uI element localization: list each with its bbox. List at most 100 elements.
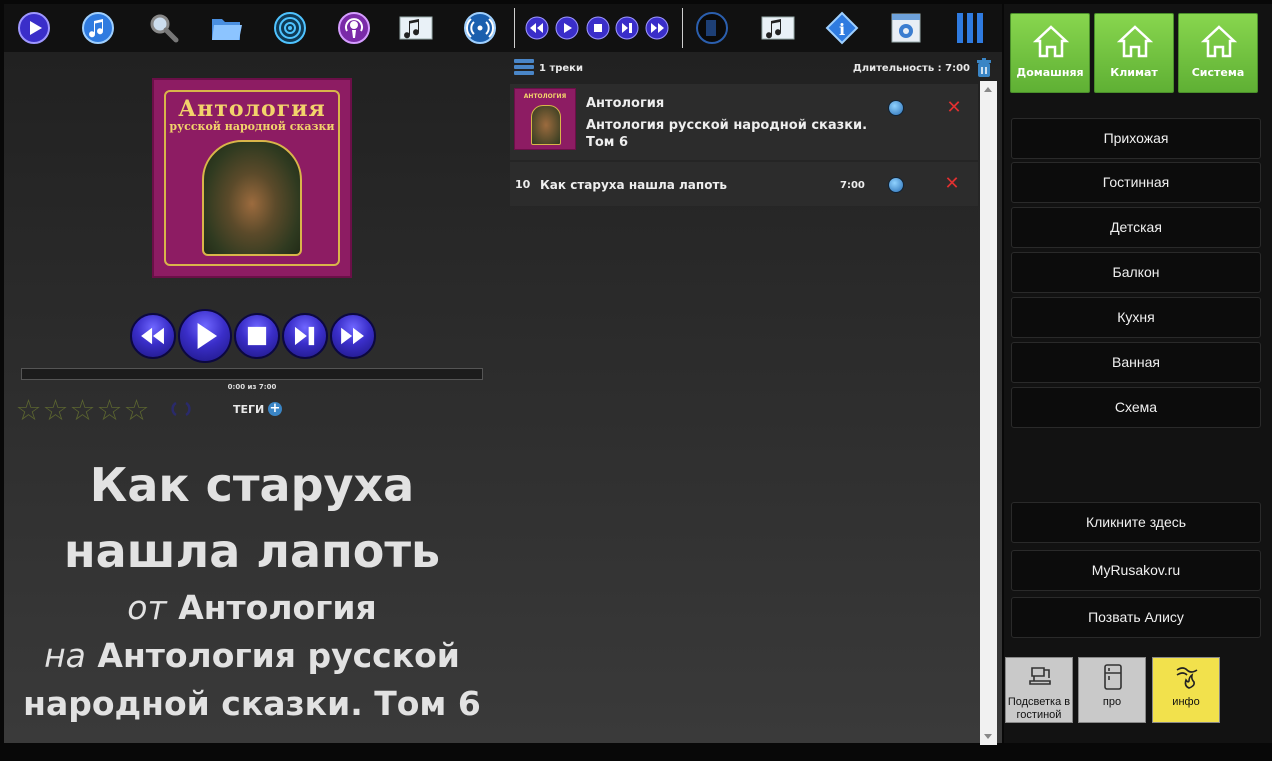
- track-title-line2: нашла лапоть: [63, 524, 441, 578]
- speaker-icon[interactable]: [694, 10, 730, 46]
- folder-icon[interactable]: [209, 10, 245, 46]
- album-line: на Антология русской: [4, 632, 500, 680]
- device-label: Подсветка в гостиной: [1007, 696, 1071, 721]
- now-playing-info: Как старуха нашла лапоть от Антология на…: [4, 452, 500, 728]
- stop-button[interactable]: [234, 313, 280, 359]
- fast-forward-button[interactable]: [330, 313, 376, 359]
- playlist-track-row[interactable]: 10 Как старуха нашла лапоть 7:00 ✕: [510, 162, 978, 206]
- info-icon[interactable]: i: [824, 10, 860, 46]
- remove-track-icon[interactable]: ✕: [944, 175, 960, 193]
- album-cover: Антология русской народной сказки: [152, 78, 352, 278]
- room-button-skhema[interactable]: Схема: [1011, 387, 1261, 428]
- svg-text:i: i: [839, 20, 845, 39]
- heating-icon: [1176, 667, 1198, 689]
- track-number: 10: [515, 178, 531, 191]
- top-toolbar: i: [4, 4, 1002, 52]
- track-title: Как старуха нашла лапоть: [540, 178, 727, 192]
- album-name: Антология русской народной сказки. Том 6: [586, 118, 868, 150]
- track-info-icon[interactable]: [888, 177, 904, 193]
- house-icon: [1117, 25, 1153, 58]
- star-icon[interactable]: ☆: [96, 395, 123, 425]
- play-button[interactable]: [178, 309, 232, 363]
- music-note-icon[interactable]: [80, 10, 116, 46]
- home-button-domashnyaya[interactable]: Домашняя: [1010, 13, 1090, 93]
- stop-icon[interactable]: [586, 16, 610, 40]
- star-icon[interactable]: ☆: [69, 395, 96, 425]
- artist-line: от Антология: [4, 584, 500, 632]
- lamp-icon: [1029, 667, 1051, 685]
- room-button-balkon[interactable]: Балкон: [1011, 252, 1261, 293]
- playlist-menu-icon[interactable]: [514, 58, 534, 76]
- device-label: инфо: [1172, 696, 1200, 708]
- myrusakov-link[interactable]: MyRusakov.ru: [1011, 550, 1261, 591]
- scroll-up-icon[interactable]: [984, 87, 992, 92]
- scroll-down-icon[interactable]: [984, 734, 992, 739]
- room-button-vannaya[interactable]: Ванная: [1011, 342, 1261, 383]
- playlist-album-row[interactable]: АНТОЛОГИЯ Антология Антология русской на…: [510, 84, 978, 160]
- fast-forward-icon[interactable]: [645, 16, 669, 40]
- device-info-button[interactable]: инфо: [1152, 657, 1220, 723]
- podcast-icon[interactable]: [336, 10, 372, 46]
- music-library-icon[interactable]: [398, 10, 434, 46]
- stream-icon[interactable]: [462, 10, 498, 46]
- loading-spinner-icon: [171, 401, 191, 417]
- playlist-scrollbar[interactable]: [980, 81, 997, 745]
- next-icon[interactable]: [615, 16, 639, 40]
- cover-artwork: [202, 140, 302, 256]
- playlist-track-count: 1 треки: [539, 63, 583, 74]
- album-name-part1: Антология русской: [97, 636, 460, 675]
- playlist-duration: Длительность : 7:00: [852, 63, 970, 74]
- cover-title: Антология: [178, 96, 326, 122]
- device-label: про: [1102, 696, 1122, 708]
- playlist-music-icon[interactable]: [760, 10, 796, 46]
- radio-icon[interactable]: [272, 10, 308, 46]
- album-info-icon[interactable]: [888, 100, 904, 116]
- remove-album-icon[interactable]: ✕: [946, 99, 962, 117]
- search-icon[interactable]: [146, 10, 182, 46]
- home-button-klimat[interactable]: Климат: [1094, 13, 1174, 93]
- star-icon[interactable]: ☆: [15, 395, 42, 425]
- app-root: i Антология русской народной сказки 0:00…: [0, 0, 1272, 761]
- track-title-line1: Как старуха: [89, 458, 415, 512]
- progress-bar[interactable]: [21, 368, 483, 380]
- track-duration: 7:00: [840, 180, 865, 191]
- rewind-icon[interactable]: [525, 16, 549, 40]
- artist-name: Антология: [178, 588, 377, 627]
- home-button-sistema[interactable]: Система: [1178, 13, 1258, 93]
- home-button-label: Система: [1191, 66, 1245, 79]
- click-here-button[interactable]: Кликните здесь: [1011, 502, 1261, 543]
- rewind-button[interactable]: [130, 313, 176, 359]
- playlist: АНТОЛОГИЯ Антология Антология русской на…: [510, 81, 978, 207]
- by-prefix: от: [127, 588, 167, 627]
- time-readout: 0:00 из 7:00: [227, 383, 277, 391]
- next-track-button[interactable]: [282, 313, 328, 359]
- player-panel: i Антология русской народной сказки 0:00…: [4, 4, 1002, 745]
- house-icon: [1033, 25, 1069, 58]
- add-tag-button[interactable]: +: [268, 402, 282, 416]
- device-pro-button[interactable]: про: [1078, 657, 1146, 723]
- toolbar-divider: [682, 8, 683, 48]
- columns-icon[interactable]: [952, 10, 988, 46]
- play-icon[interactable]: [16, 10, 52, 46]
- room-button-gostinnaya[interactable]: Гостинная: [1011, 162, 1261, 203]
- call-alice-button[interactable]: Позвать Алису: [1011, 597, 1261, 638]
- tags-label[interactable]: ТЕГИ: [233, 403, 264, 416]
- clear-playlist-icon[interactable]: [976, 58, 992, 78]
- room-button-detskaya[interactable]: Детская: [1011, 207, 1261, 248]
- room-button-prikhozhaya[interactable]: Прихожая: [1011, 118, 1261, 159]
- settings-icon[interactable]: [888, 10, 924, 46]
- room-button-kukhnya[interactable]: Кухня: [1011, 297, 1261, 338]
- smart-home-panel: Домашняя Климат Система Прихожая Гостинн…: [1004, 4, 1272, 743]
- star-icon[interactable]: ☆: [123, 395, 150, 425]
- playlist-header: 1 треки Длительность : 7:00: [514, 56, 1000, 82]
- thumbnail-title: АНТОЛОГИЯ: [523, 93, 567, 100]
- rating-stars[interactable]: ☆ ☆ ☆ ☆ ☆: [15, 395, 150, 425]
- fridge-icon: [1104, 664, 1122, 690]
- cover-subtitle: русской народной сказки: [169, 120, 335, 133]
- star-icon[interactable]: ☆: [42, 395, 69, 425]
- play-icon[interactable]: [555, 16, 579, 40]
- home-button-label: Домашняя: [1016, 66, 1084, 79]
- thumbnail-art: [531, 105, 561, 145]
- device-lighting-button[interactable]: Подсветка в гостиной: [1005, 657, 1073, 723]
- album-artist: Антология: [586, 96, 665, 111]
